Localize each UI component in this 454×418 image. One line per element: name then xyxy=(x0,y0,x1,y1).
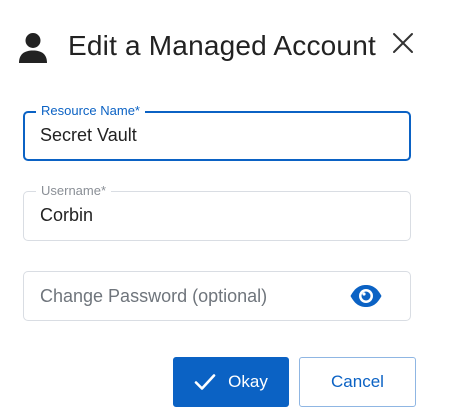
okay-button-label: Okay xyxy=(228,372,268,391)
resource-name-label: Resource Name* xyxy=(36,103,145,119)
resource-name-value: Secret Vault xyxy=(40,125,137,145)
username-field[interactable]: Username* Corbin xyxy=(23,183,411,241)
close-icon[interactable] xyxy=(390,30,416,56)
username-label: Username* xyxy=(36,183,112,199)
user-icon xyxy=(19,33,47,63)
password-placeholder: Change Password (optional) xyxy=(40,286,268,306)
username-value: Corbin xyxy=(40,205,94,225)
dialog-title: Edit a Managed Account xyxy=(68,30,376,61)
cancel-button-label: Cancel xyxy=(331,372,384,391)
cancel-button[interactable]: Cancel xyxy=(299,357,416,407)
check-icon xyxy=(194,374,216,390)
eye-icon[interactable] xyxy=(349,284,383,308)
okay-button[interactable]: Okay xyxy=(173,357,289,407)
resource-name-field[interactable]: Resource Name* Secret Vault xyxy=(23,103,411,161)
edit-managed-account-dialog: Edit a Managed Account Resource Name* Se… xyxy=(0,0,454,418)
password-field[interactable]: Change Password (optional) xyxy=(23,271,411,321)
